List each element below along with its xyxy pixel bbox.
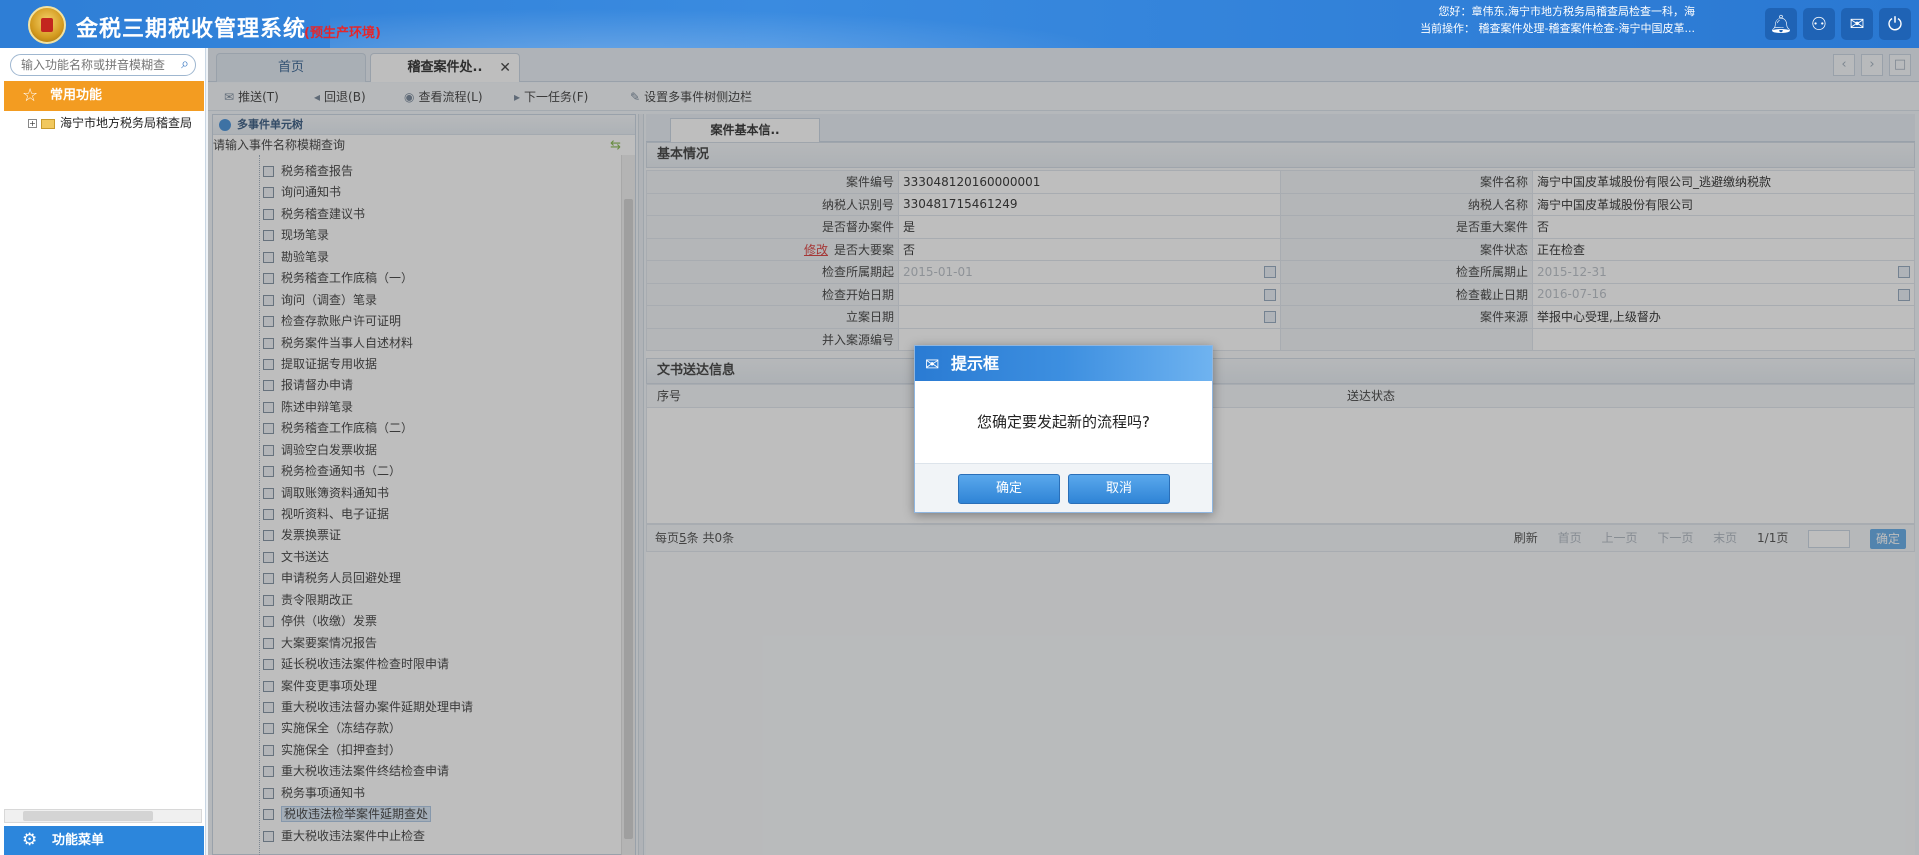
folder-icon (41, 118, 55, 129)
sidebar: ⌕ ☆ 常用功能 + 海宁市地方税务局稽查局 ⚙ 功能菜单 (0, 48, 206, 855)
header-actions: 🔔︎ ⚇ ✉ ⏻ (1765, 8, 1911, 40)
current-operation: 当前操作： 稽查案件处理-稽查案件检查-海宁中国皮革... (1420, 22, 1695, 35)
search-icon[interactable]: ⌕ (181, 56, 189, 72)
function-menu-label: 功能菜单 (52, 833, 105, 848)
function-search-input[interactable] (21, 55, 181, 75)
confirm-button[interactable]: 确定 (958, 474, 1060, 504)
star-icon: ☆ (22, 85, 39, 106)
user-info: 您好：章伟东,海宁市地方税务局稽查局检查一科，海 当前操作： 稽查案件处理-稽查… (1420, 3, 1695, 37)
top-header: 金税三期税收管理系统 (预生产环境) 您好：章伟东,海宁市地方税务局稽查局检查一… (0, 0, 1919, 48)
expand-icon[interactable]: + (28, 119, 37, 128)
notification-bell-icon[interactable]: 🔔︎ (1765, 8, 1797, 40)
environment-label: (预生产环境) (304, 26, 381, 41)
chat-bubble-icon: ✉ (925, 355, 940, 375)
sidebar-tree-item[interactable]: + 海宁市地方税务局稽查局 (28, 113, 192, 133)
cancel-button[interactable]: 取消 (1068, 474, 1170, 504)
favorites-header[interactable]: ☆ 常用功能 (4, 81, 204, 111)
tax-emblem-logo (28, 6, 66, 44)
power-icon[interactable]: ⏻ (1879, 8, 1911, 40)
dialog-footer: 确定 取消 (915, 463, 1212, 512)
dialog-message: 您确定要发起新的流程吗? (977, 413, 1150, 431)
chat-icon[interactable]: ✉ (1841, 8, 1873, 40)
scrollbar-thumb[interactable] (23, 811, 153, 821)
user-greeting: 您好：章伟东,海宁市地方税务局稽查局检查一科，海 (1438, 5, 1696, 18)
users-icon[interactable]: ⚇ (1803, 8, 1835, 40)
sidebar-horizontal-scrollbar[interactable] (4, 809, 202, 823)
function-search: ⌕ (10, 54, 196, 76)
function-menu-button[interactable]: ⚙ 功能菜单 (4, 826, 204, 855)
app-title: 金税三期税收管理系统 (76, 17, 307, 42)
dialog-title: 提示框 (951, 354, 1000, 373)
favorites-label: 常用功能 (50, 88, 103, 103)
confirm-dialog: ✉ 提示框 您确定要发起新的流程吗? 确定 取消 (914, 345, 1213, 513)
dialog-header: ✉ 提示框 (915, 346, 1212, 381)
tree-item-label: 海宁市地方税务局稽查局 (60, 116, 193, 130)
gear-icon: ⚙ (22, 830, 38, 850)
